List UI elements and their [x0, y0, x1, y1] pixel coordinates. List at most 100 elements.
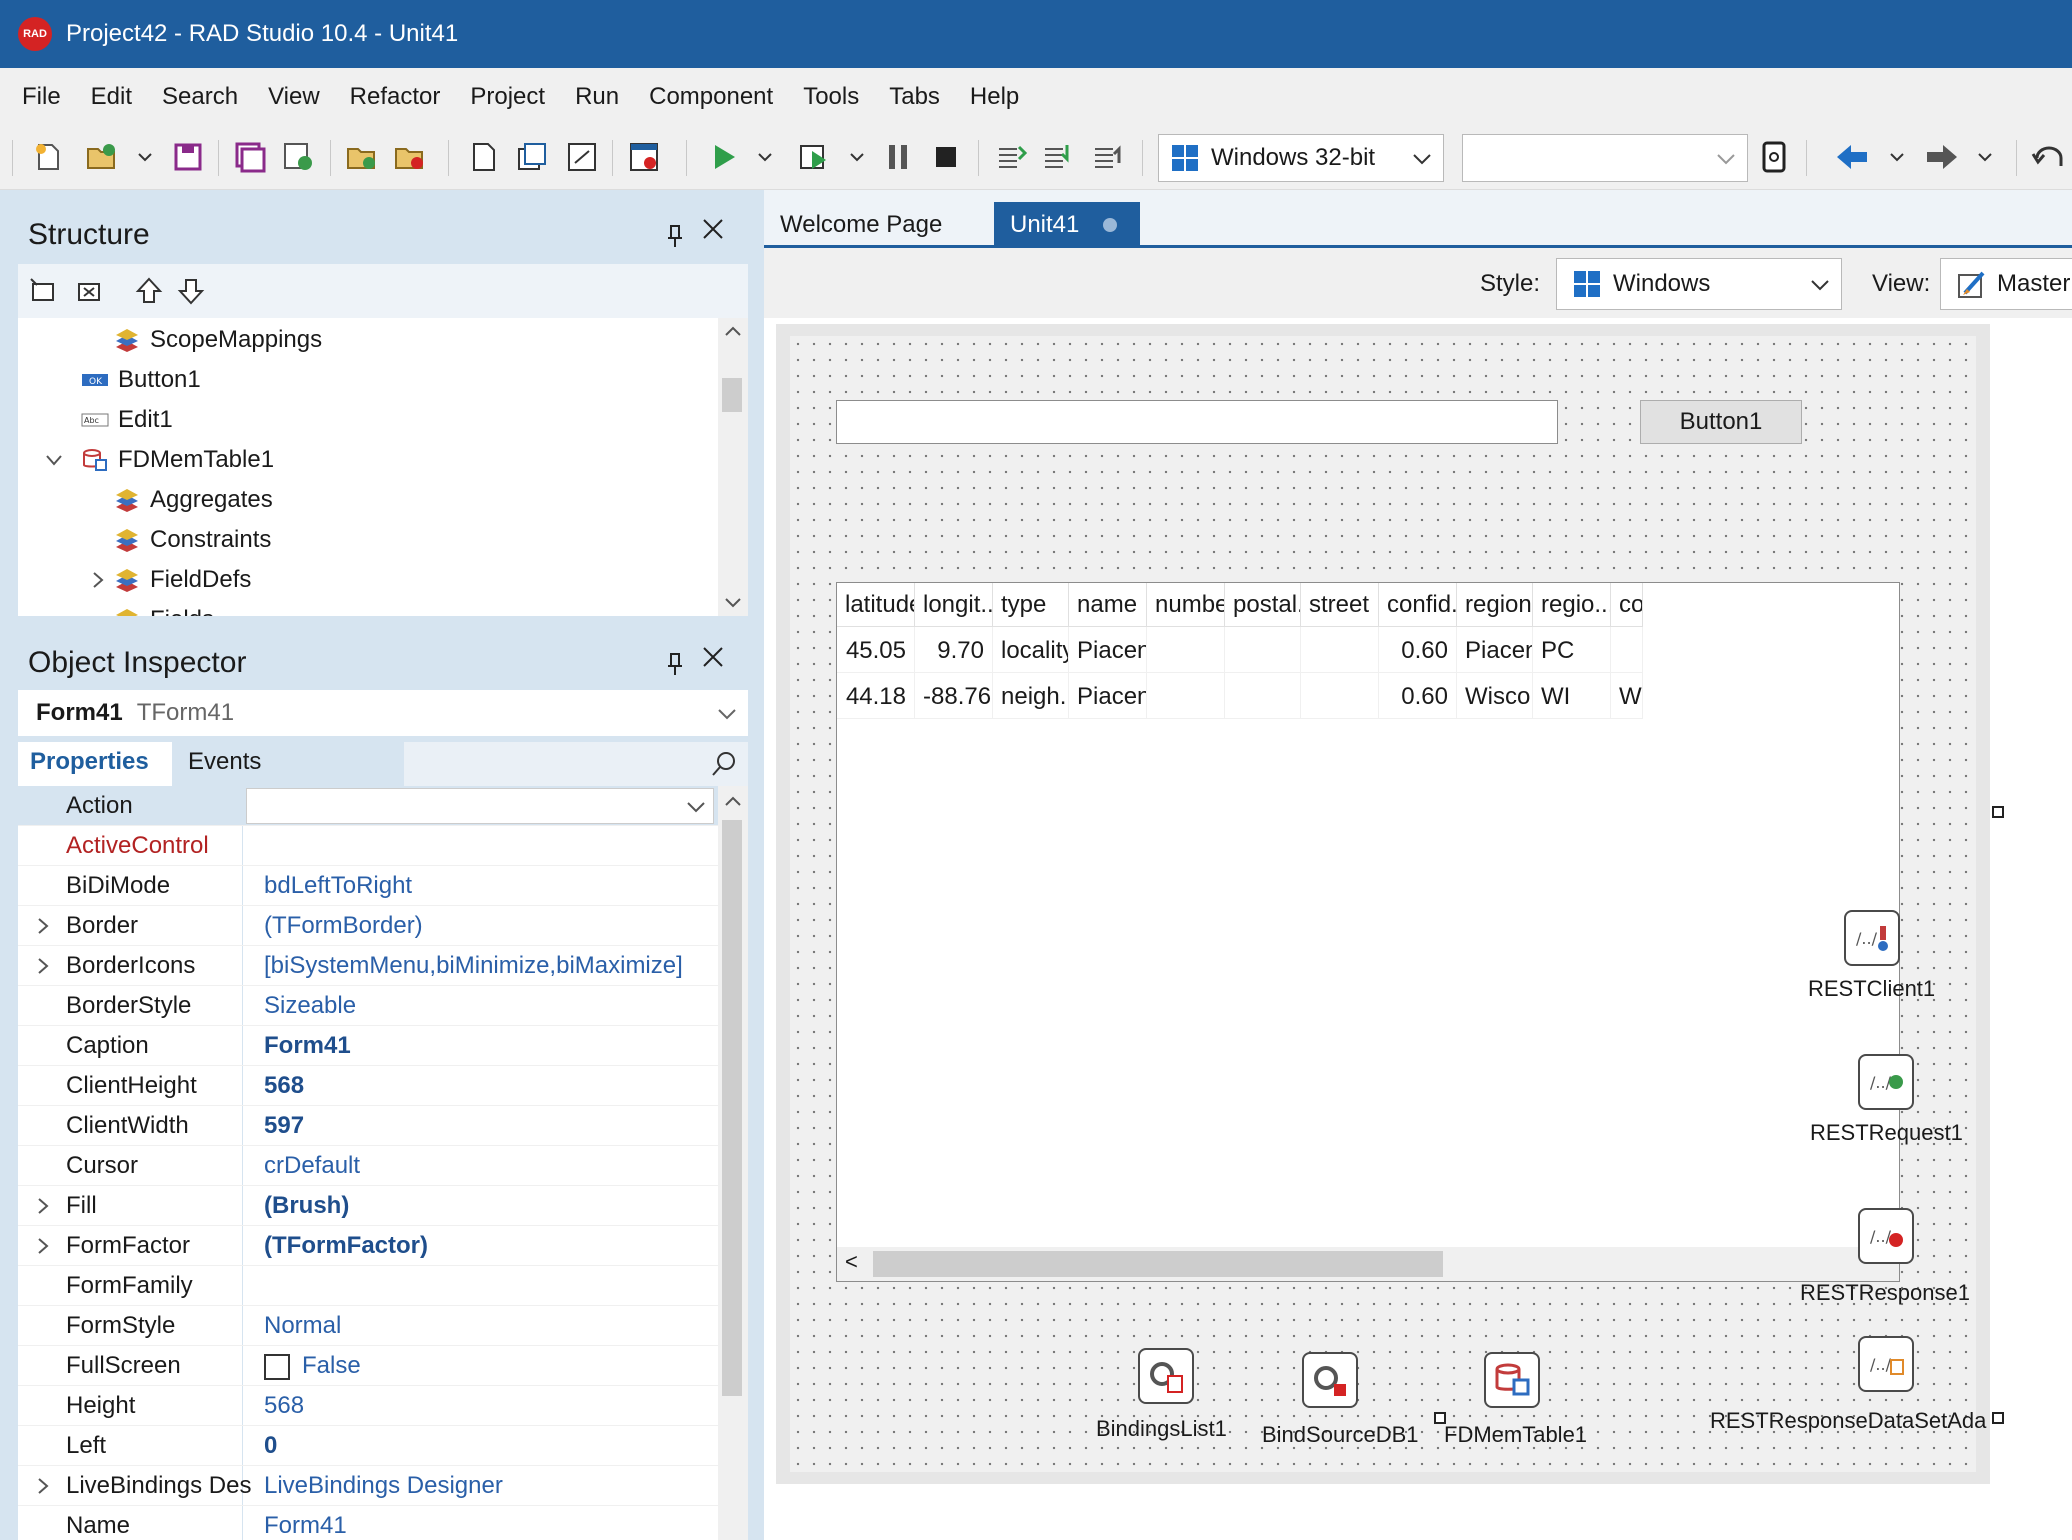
form41-canvas[interactable]: Button1 latitude longit... type name num…	[790, 336, 1986, 1472]
chevron-right-icon[interactable]	[36, 1196, 50, 1216]
pin-icon[interactable]	[666, 224, 684, 254]
run-dropdown-icon[interactable]	[756, 148, 774, 166]
grid-cell[interactable]	[1301, 673, 1379, 719]
property-row-bidimode[interactable]: BiDiMode bdLeftToRight	[18, 866, 718, 906]
menu-run[interactable]: Run	[575, 83, 619, 111]
tree-item-fdmemtable1[interactable]: FDMemTable1	[80, 440, 274, 480]
open-project-icon[interactable]	[84, 139, 120, 175]
forward-arrow-icon[interactable]	[1924, 139, 1960, 175]
tab-properties[interactable]: Properties	[30, 748, 149, 776]
save-icon[interactable]	[170, 139, 206, 175]
grid-cell[interactable]: 44.18	[837, 673, 915, 719]
button1-control[interactable]: Button1	[1640, 400, 1802, 444]
fullscreen-checkbox[interactable]	[264, 1354, 290, 1380]
grid-header[interactable]: type	[993, 583, 1069, 627]
run-until-return-icon[interactable]	[1090, 139, 1126, 175]
open-dropdown-icon[interactable]	[136, 148, 154, 166]
device-icon[interactable]	[1756, 139, 1792, 175]
save-all-icon[interactable]	[232, 139, 268, 175]
platform-select[interactable]: Windows 32-bit	[1158, 134, 1444, 182]
chevron-right-icon[interactable]	[36, 1236, 50, 1256]
configuration-select[interactable]	[1462, 134, 1748, 182]
object-selector[interactable]: Form41 TForm41	[18, 690, 748, 736]
property-row-cursor[interactable]: Cursor crDefault	[18, 1146, 718, 1186]
move-down-icon[interactable]	[176, 276, 206, 313]
string-grid[interactable]: latitude longit... type name number post…	[836, 582, 1900, 1282]
menu-refactor[interactable]: Refactor	[350, 83, 441, 111]
property-row-border[interactable]: Border (TFormBorder)	[18, 906, 718, 946]
tree-item-constraints[interactable]: Constraints	[112, 520, 271, 560]
close-icon[interactable]	[700, 216, 726, 250]
chevron-up-icon[interactable]	[724, 794, 742, 808]
grid-header[interactable]: confid...	[1379, 583, 1457, 627]
property-row-action[interactable]: Action	[18, 786, 718, 826]
grid-header[interactable]: latitude	[837, 583, 915, 627]
restrequest-icon[interactable]: /../	[1858, 1054, 1914, 1110]
view-select[interactable]: Master	[1940, 258, 2072, 310]
property-row-formfamily[interactable]: FormFamily	[18, 1266, 718, 1306]
grid-cell[interactable]: Wisco...	[1457, 673, 1533, 719]
menu-tools[interactable]: Tools	[803, 83, 859, 111]
menu-help[interactable]: Help	[970, 83, 1019, 111]
grid-cell[interactable]: 45.05	[837, 627, 915, 673]
delete-item-icon[interactable]	[74, 276, 104, 313]
property-row-activecontrol[interactable]: ActiveControl	[18, 826, 718, 866]
undo-icon[interactable]	[2030, 139, 2066, 175]
tab-events[interactable]: Events	[188, 748, 261, 776]
scrollbar-thumb[interactable]	[722, 378, 742, 412]
new-item-icon[interactable]	[28, 276, 58, 313]
resize-handle[interactable]	[1434, 1412, 1446, 1424]
save-project-icon[interactable]	[280, 139, 316, 175]
run-icon[interactable]	[706, 139, 742, 175]
property-row-formstyle[interactable]: FormStyle Normal	[18, 1306, 718, 1346]
pin-icon[interactable]	[666, 652, 684, 682]
grid-cell[interactable]: 0.60	[1379, 673, 1457, 719]
run-without-debugging-icon[interactable]	[796, 139, 832, 175]
grid-cell[interactable]: Piacen...	[1457, 627, 1533, 673]
forward-dropdown-icon[interactable]	[1976, 148, 1994, 166]
grid-horizontal-scrollbar[interactable]: <	[837, 1247, 1899, 1281]
property-row-livebindings[interactable]: LiveBindings Des LiveBindings Designer	[18, 1466, 718, 1506]
grid-cell[interactable]: 9.70	[915, 627, 993, 673]
structure-scrollbar[interactable]	[718, 318, 748, 616]
grid-cell[interactable]	[1147, 673, 1225, 719]
restclient-icon[interactable]: /../	[1844, 910, 1900, 966]
grid-header[interactable]: region	[1457, 583, 1533, 627]
scrollbar-thumb[interactable]	[722, 820, 742, 1396]
bindsourcedb-icon[interactable]	[1302, 1352, 1358, 1408]
grid-header[interactable]: name	[1069, 583, 1147, 627]
toggle-form-unit-icon[interactable]	[564, 139, 600, 175]
new-item-icon[interactable]	[30, 139, 66, 175]
property-search-input[interactable]	[404, 742, 748, 786]
chevron-right-icon[interactable]	[36, 1476, 50, 1496]
tab-unit41[interactable]: Unit41	[994, 202, 1140, 248]
tree-item-fields[interactable]: Fields	[112, 600, 214, 616]
property-row-formfactor[interactable]: FormFactor (TFormFactor)	[18, 1226, 718, 1266]
property-row-clientheight[interactable]: ClientHeight 568	[18, 1066, 718, 1106]
close-icon[interactable]	[700, 644, 726, 678]
view-form-icon[interactable]	[514, 139, 550, 175]
property-row-left[interactable]: Left 0	[18, 1426, 718, 1466]
menu-component[interactable]: Component	[649, 83, 773, 111]
chevron-right-icon[interactable]	[88, 570, 108, 590]
move-up-icon[interactable]	[134, 276, 164, 313]
grid-header[interactable]: postal...	[1225, 583, 1301, 627]
grid-cell[interactable]: Wi	[1611, 673, 1643, 719]
property-row-borderstyle[interactable]: BorderStyle Sizeable	[18, 986, 718, 1026]
grid-cell[interactable]: -88.76	[915, 673, 993, 719]
property-row-name[interactable]: Name Form41	[18, 1506, 718, 1540]
tree-item-edit1[interactable]: Abc Edit1	[80, 400, 173, 440]
grid-cell[interactable]: Piacen...	[1069, 673, 1147, 719]
pause-icon[interactable]	[880, 139, 916, 175]
view-unit-icon[interactable]	[466, 139, 502, 175]
chevron-right-icon[interactable]	[36, 916, 50, 936]
menu-project[interactable]: Project	[470, 83, 545, 111]
menu-search[interactable]: Search	[162, 83, 238, 111]
property-row-height[interactable]: Height 568	[18, 1386, 718, 1426]
grid-header[interactable]: co	[1611, 583, 1643, 627]
chevron-right-icon[interactable]	[36, 956, 50, 976]
resize-handle[interactable]	[1992, 806, 2004, 818]
trace-into-icon[interactable]	[1040, 139, 1076, 175]
menu-view[interactable]: View	[268, 83, 320, 111]
chevron-up-icon[interactable]	[724, 324, 742, 338]
